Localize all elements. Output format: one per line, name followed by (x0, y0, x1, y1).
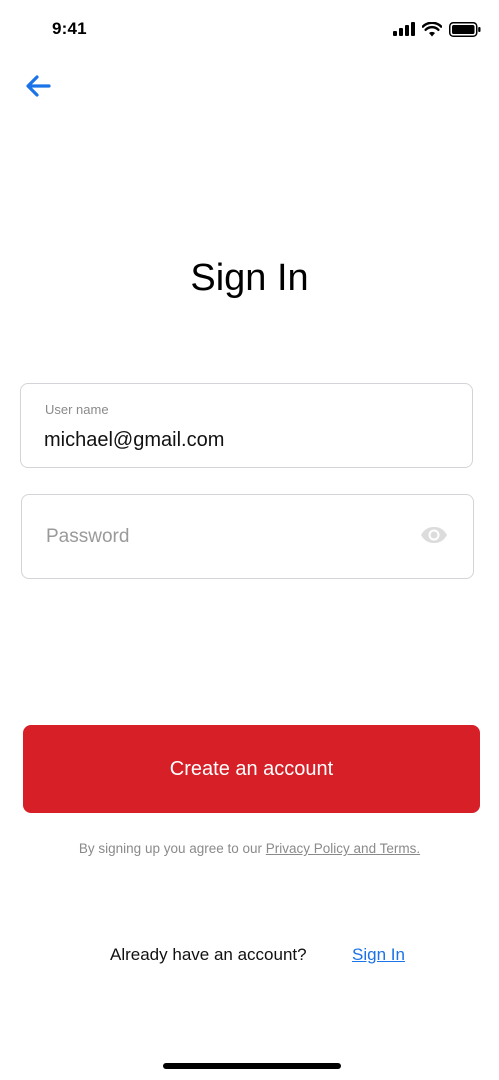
battery-icon (449, 21, 481, 37)
already-have-account-text: Already have an account? (110, 945, 307, 964)
status-bar: 9:41 (0, 0, 499, 60)
page-title: Sign In (190, 257, 309, 299)
status-icons (393, 19, 481, 39)
password-input[interactable] (46, 521, 406, 553)
username-label: User name (45, 402, 109, 417)
back-button[interactable] (22, 72, 54, 104)
wifi-icon (422, 21, 442, 37)
privacy-terms-link[interactable]: Privacy Policy and Terms. (266, 841, 420, 856)
status-time: 9:41 (52, 19, 87, 38)
terms-prefix: By signing up you agree to our (78, 841, 266, 856)
sign-in-link[interactable]: Sign In (352, 945, 405, 965)
password-field[interactable] (21, 494, 474, 579)
signal-icon (393, 22, 415, 36)
terms-text: By signing up you agree to our Privacy P… (0, 841, 499, 856)
create-account-button[interactable]: Create an account (23, 725, 480, 813)
username-value[interactable]: michael@gmail.com (44, 429, 224, 452)
password-visibility-toggle[interactable] (419, 525, 449, 549)
arrow-left-icon (25, 74, 51, 102)
home-indicator (163, 1063, 341, 1069)
username-field[interactable]: User name michael@gmail.com (20, 383, 473, 468)
eye-icon (420, 526, 448, 549)
